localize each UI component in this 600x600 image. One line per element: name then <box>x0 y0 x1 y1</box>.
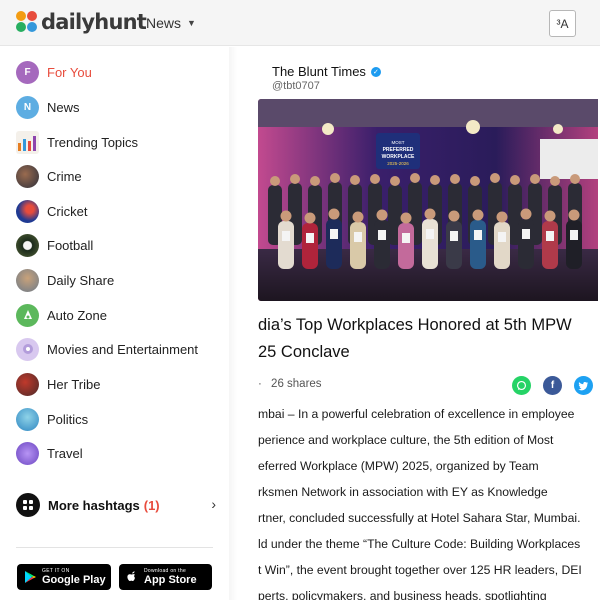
more-hashtags-button[interactable]: More hashtags (1) › <box>16 492 216 518</box>
apple-icon <box>127 571 135 581</box>
crime-icon <box>16 164 39 188</box>
politics-icon <box>16 407 39 431</box>
her-tribe-icon <box>16 372 39 396</box>
news-icon: N <box>16 95 39 119</box>
sidebar-item-label: Travel <box>47 445 83 461</box>
sidebar-item-label: Football <box>47 237 94 253</box>
sidebar-item-football[interactable]: Football <box>16 232 93 258</box>
trending-topics-icon <box>16 130 39 154</box>
share-count: 26 shares <box>271 378 322 390</box>
whatsapp-share-button[interactable] <box>512 376 531 395</box>
sidebar-item-label: Cricket <box>47 203 88 219</box>
panel-separator <box>229 47 237 600</box>
publisher-name-text: The Blunt Times <box>272 64 366 79</box>
movies-icon <box>16 337 39 361</box>
event-photo: MOST PREFERRED WORKPLACE 2025-2026 <box>258 99 598 301</box>
cricket-icon <box>16 199 39 223</box>
sidebar-item-label: For You <box>47 64 92 80</box>
facebook-share-button[interactable]: f <box>543 376 562 395</box>
body-line: mbai – In a powerful celebration of exce… <box>258 407 575 421</box>
article-hero-image[interactable]: MOST PREFERRED WORKPLACE 2025-2026 <box>258 99 598 301</box>
sidebar-item-movies-entertainment[interactable]: Movies and Entertainment <box>16 336 198 362</box>
banner-line-4: 2025-2026 <box>387 161 409 166</box>
google-play-badge[interactable]: GET IT ON Google Play <box>17 564 111 590</box>
body-line: rksmen Network in association with EY as… <box>258 485 548 499</box>
sidebar-divider <box>16 547 213 548</box>
publisher-name[interactable]: The Blunt Times ✓ <box>272 64 381 79</box>
meta-separator: · <box>258 378 262 390</box>
publisher-handle: @tbt0707 <box>272 80 320 92</box>
sidebar-item-label: Trending Topics <box>47 134 139 150</box>
news-menu-dropdown[interactable]: News ▼ <box>146 15 196 31</box>
more-hashtags-count: (1) <box>143 497 160 513</box>
caret-down-icon: ▼ <box>187 18 196 28</box>
sidebar-item-label: Her Tribe <box>47 376 101 392</box>
headline-line-2: 25 Conclave <box>258 343 350 361</box>
auto-zone-icon <box>16 303 39 327</box>
for-you-icon: F <box>16 60 39 84</box>
sidebar-item-label: News <box>47 99 80 115</box>
whatsapp-icon <box>516 380 527 391</box>
language-switch-button[interactable]: ³A <box>549 10 576 37</box>
body-line: ld under the theme “The Culture Code: Bu… <box>258 537 581 551</box>
sidebar-item-cricket[interactable]: Cricket <box>16 198 87 224</box>
daily-share-icon <box>16 268 39 292</box>
sidebar-item-label: Crime <box>47 168 82 184</box>
top-header: dailyhunt News ▼ ³A <box>0 0 600 46</box>
article-meta: · 26 shares <box>258 378 322 390</box>
logo-mark-icon <box>16 11 38 33</box>
sidebar-item-label: Movies and Entertainment <box>47 341 199 357</box>
travel-icon <box>16 441 39 465</box>
body-line: t Win”, the event brought together over … <box>258 563 582 577</box>
banner-line-1: MOST <box>392 140 405 145</box>
chevron-right-icon: › <box>211 496 216 512</box>
google-play-icon <box>25 571 36 583</box>
app-store-big-text: App Store <box>144 573 197 586</box>
sidebar-item-label: Auto Zone <box>47 307 107 323</box>
body-line: rtner, concluded successfully at Hotel S… <box>258 511 581 525</box>
banner-line-3: WORKPLACE <box>382 154 415 160</box>
sidebar-item-politics[interactable]: Politics <box>16 406 88 432</box>
logo-text: dailyhunt <box>41 10 147 34</box>
body-line: perts, policymakers, and business heads,… <box>258 589 547 600</box>
app-store-small-text: Download on the <box>144 567 187 574</box>
sidebar-item-label: Daily Share <box>47 272 115 288</box>
article-body: mbai – In a powerful celebration of exce… <box>258 401 600 600</box>
football-icon <box>16 233 39 257</box>
sidebar-item-trending-topics[interactable]: Trending Topics <box>16 129 138 155</box>
sidebar-item-her-tribe[interactable]: Her Tribe <box>16 371 100 397</box>
google-play-big-text: Google Play <box>42 573 106 586</box>
sidebar-item-daily-share[interactable]: Daily Share <box>16 267 114 293</box>
language-icon: ³A <box>556 16 569 31</box>
app-store-badge[interactable]: Download on the App Store <box>119 564 212 590</box>
facebook-icon: f <box>550 380 555 391</box>
banner-line-2: PREFERRED <box>383 147 414 153</box>
article-headline[interactable]: dia’s Top Workplaces Honored at 5th MPW … <box>258 312 598 366</box>
sidebar-item-news[interactable]: N News <box>16 94 80 120</box>
sidebar-item-for-you[interactable]: F For You <box>16 59 92 85</box>
body-line: perience and workplace culture, the 5th … <box>258 433 554 447</box>
verified-icon: ✓ <box>370 66 381 77</box>
grid-icon <box>16 493 40 517</box>
more-hashtags-label: More hashtags <box>48 497 140 513</box>
twitter-icon <box>578 381 589 390</box>
news-menu-label: News <box>146 15 182 31</box>
dailyhunt-logo[interactable]: dailyhunt <box>16 9 147 35</box>
sidebar-item-label: Politics <box>47 411 89 427</box>
sidebar-item-crime[interactable]: Crime <box>16 163 82 189</box>
twitter-share-button[interactable] <box>574 376 593 395</box>
headline-line-1: dia’s Top Workplaces Honored at 5th MPW <box>258 316 572 334</box>
sidebar-item-travel[interactable]: Travel <box>16 440 83 466</box>
sidebar-item-auto-zone[interactable]: Auto Zone <box>16 302 107 328</box>
google-play-small-text: GET IT ON <box>42 567 70 574</box>
body-line: eferred Workplace (MPW) 2025, organized … <box>258 459 539 473</box>
